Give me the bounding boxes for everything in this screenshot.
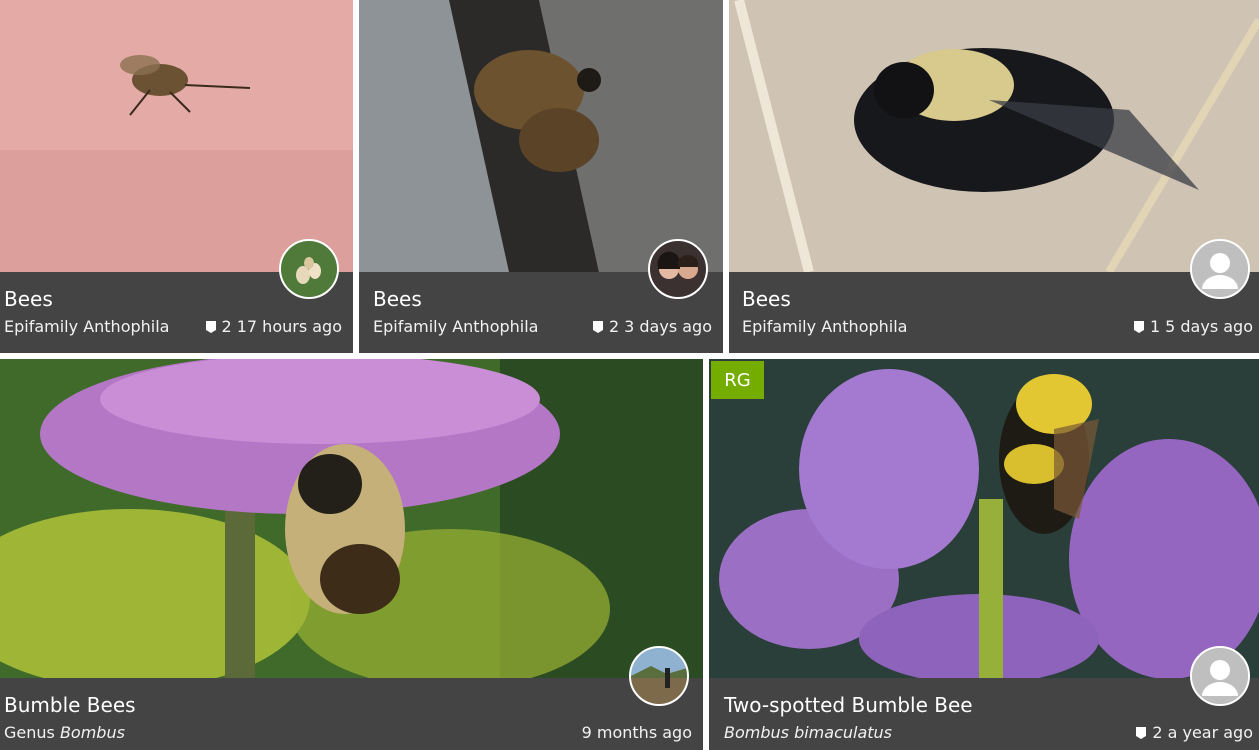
observation-card-3[interactable]: Bees Epifamily Anthophila 1 5 days ago bbox=[729, 0, 1259, 353]
common-name[interactable]: Bees bbox=[373, 287, 422, 311]
comment-icon bbox=[205, 320, 216, 333]
observation-time: a year ago bbox=[1167, 723, 1253, 742]
observation-stats: 1 5 days ago bbox=[1133, 317, 1253, 336]
observer-avatar[interactable] bbox=[629, 646, 689, 706]
taxon-name: Epifamily Anthophila bbox=[742, 317, 907, 336]
observer-avatar-default[interactable] bbox=[1190, 646, 1250, 706]
comment-count: 1 bbox=[1149, 317, 1161, 336]
comment-icon bbox=[592, 320, 603, 333]
observation-time: 9 months ago bbox=[581, 723, 692, 742]
observation-stats: 9 months ago bbox=[582, 723, 692, 742]
observation-photo-bee-on-pink[interactable] bbox=[0, 0, 353, 272]
observer-avatar-default[interactable] bbox=[1190, 239, 1250, 299]
observation-meta: Bumble Bees Genus Bombus 9 months ago bbox=[0, 678, 703, 750]
observation-time: 3 days ago bbox=[624, 317, 712, 336]
observation-photo-bumble-bee-on-lupine[interactable] bbox=[709, 359, 1259, 678]
observation-photo-bumble-bee-on-thistle[interactable] bbox=[0, 359, 703, 678]
observation-stats: 2 17 hours ago bbox=[205, 317, 342, 336]
observer-avatar[interactable] bbox=[648, 239, 708, 299]
taxon-rank: Epifamily bbox=[373, 317, 448, 336]
observation-meta: Two-spotted Bumble Bee Bombus bimaculatu… bbox=[709, 678, 1259, 750]
observation-photo-bees-on-wood[interactable] bbox=[359, 0, 723, 272]
comment-icon bbox=[1136, 726, 1147, 739]
observation-card-2[interactable]: Bees Epifamily Anthophila 2 3 days ago bbox=[359, 0, 723, 353]
taxon-rank: Epifamily bbox=[742, 317, 817, 336]
observation-card-4[interactable]: Bumble Bees Genus Bombus 9 months ago bbox=[0, 359, 703, 750]
scientific-name: Bombus bbox=[59, 723, 125, 742]
taxon-name: Genus Bombus bbox=[4, 723, 125, 742]
taxon-name: Epifamily Anthophila bbox=[4, 317, 169, 336]
observation-stats: 2 3 days ago bbox=[592, 317, 712, 336]
comment-count: 2 bbox=[1152, 723, 1163, 742]
common-name[interactable]: Bees bbox=[4, 287, 53, 311]
scientific-name: Bombus bimaculatus bbox=[724, 723, 892, 742]
scientific-name: Anthophila bbox=[452, 317, 539, 336]
observation-card-5[interactable]: RG Two-spotted Bumble Bee Bombus bimacul… bbox=[709, 359, 1259, 750]
scientific-name: Anthophila bbox=[83, 317, 170, 336]
observation-card-1[interactable]: Bees Epifamily Anthophila 2 17 hours ago bbox=[0, 0, 353, 353]
common-name[interactable]: Bumble Bees bbox=[4, 693, 136, 717]
comment-icon bbox=[1133, 320, 1144, 333]
comment-count: 2 bbox=[608, 317, 620, 336]
observer-avatar[interactable] bbox=[279, 239, 339, 299]
scientific-name: Anthophila bbox=[821, 317, 908, 336]
comment-count: 2 bbox=[221, 317, 232, 336]
observation-time: 5 days ago bbox=[1165, 317, 1253, 336]
taxon-rank: Genus bbox=[4, 723, 55, 742]
observation-time: 17 hours ago bbox=[236, 317, 342, 336]
common-name[interactable]: Bees bbox=[742, 287, 791, 311]
observation-meta: Bees Epifamily Anthophila 1 5 days ago bbox=[729, 272, 1259, 353]
research-grade-badge: RG bbox=[711, 361, 764, 399]
taxon-name: Epifamily Anthophila bbox=[373, 317, 538, 336]
observation-photo-bee-on-leaves[interactable] bbox=[729, 0, 1259, 272]
observation-stats: 2 a year ago bbox=[1135, 723, 1253, 742]
taxon-rank: Epifamily bbox=[4, 317, 79, 336]
taxon-name: Bombus bimaculatus bbox=[724, 723, 892, 742]
common-name[interactable]: Two-spotted Bumble Bee bbox=[724, 693, 973, 717]
